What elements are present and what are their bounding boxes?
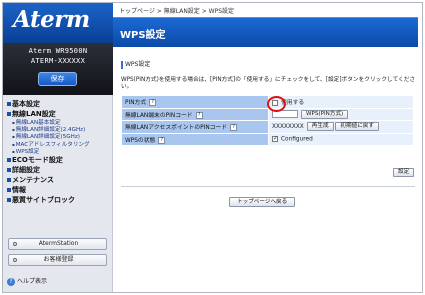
nav-detail-settings[interactable]: 詳細設定 [7, 165, 111, 175]
bullet-icon: ▪ [12, 127, 15, 133]
help-icon: ? [7, 278, 15, 286]
page-title: WPS設定 [120, 30, 166, 41]
nav-wireless-detail-24[interactable]: ▪無線LAN詳細設定(2.4GHz) [7, 126, 111, 133]
help-icon[interactable]: ? [149, 99, 157, 107]
help-toggle[interactable]: ? ヘルプ表示 [7, 277, 47, 286]
divider [121, 186, 415, 187]
nav-eco-mode[interactable]: ECOモード設定 [7, 155, 111, 165]
nav-info[interactable]: 情報 [7, 185, 111, 195]
logo-text: Aterm [13, 6, 90, 33]
nav-wireless-detail-5[interactable]: ▪無線LAN詳細設定(5GHz) [7, 133, 111, 140]
nav-mac-filtering[interactable]: ▪MACアドレスフィルタリング [7, 141, 111, 148]
apply-settings-button[interactable]: 設定 [393, 168, 415, 177]
page-description: WPS(PIN方式)を使用する場合は、[PIN方式]の「使用する」にチェックをし… [121, 77, 416, 90]
model-panel: Aterm WR9500N ATERM-XXXXXX 保存 [3, 43, 113, 95]
wps-pin-button[interactable]: WPS(PIN方式) [301, 109, 349, 119]
help-icon[interactable]: ? [230, 124, 238, 132]
regenerate-button[interactable]: 再生成 [306, 122, 334, 132]
row-label: WPSの状態 [125, 137, 156, 144]
device-id: ATERM-XXXXXX [30, 57, 86, 65]
row-label: 無線LAN端末のPINコード [125, 112, 193, 119]
bullet-icon: ▪ [12, 141, 15, 147]
ap-pin-value: XXXXXXXX [272, 124, 304, 131]
reset-default-button[interactable]: 初期値に戻す [335, 122, 379, 132]
section-heading: WPS設定 [121, 59, 150, 69]
breadcrumb: トップページ > 無線LAN設定 > WPS設定 [119, 8, 235, 15]
breadcrumb-top-link[interactable]: トップページ [119, 8, 155, 15]
row-label: PIN方式 [125, 100, 147, 107]
square-bullet-icon [7, 167, 11, 172]
customer-registration-button[interactable]: お客様登録 [8, 254, 107, 266]
nav-wireless-basic[interactable]: ▪無線LAN基本設定 [7, 119, 111, 126]
nav-basic-settings[interactable]: 基本設定 [7, 99, 111, 109]
page-title-bar: WPS設定 [113, 17, 418, 47]
atermstation-button[interactable]: AtermStation [8, 238, 107, 250]
bullet-icon: ▪ [12, 148, 15, 154]
back-to-top-button[interactable]: トップページへ戻る [229, 197, 296, 207]
sidebar-nav: 基本設定 無線LAN設定 ▪無線LAN基本設定 ▪無線LAN詳細設定(2.4GH… [7, 99, 111, 205]
nav-wps-settings[interactable]: ▪WPS設定 [7, 148, 111, 155]
table-row: WPSの状態? Configured [121, 132, 414, 146]
section-marker-icon [121, 60, 123, 69]
save-button[interactable]: 保存 [38, 72, 77, 86]
sidebar: Aterm Aterm WR9500N ATERM-XXXXXX 保存 基本設定… [3, 3, 113, 292]
square-bullet-icon [7, 102, 11, 106]
nav-maintenance[interactable]: メンテナンス [7, 175, 111, 185]
square-bullet-icon [7, 112, 11, 116]
help-icon[interactable]: ? [195, 111, 203, 119]
help-icon[interactable]: ? [158, 136, 166, 144]
highlight-circle [267, 96, 286, 112]
nav-wireless-settings[interactable]: 無線LAN設定 [7, 109, 111, 119]
model-name: Aterm WR9500N [28, 47, 88, 55]
row-label: 無線LANアクセスポイントのPINコード [125, 125, 228, 132]
bullet-icon: ▪ [12, 134, 15, 140]
aterm-logo: Aterm [3, 3, 113, 43]
square-bullet-icon [7, 187, 11, 192]
breadcrumb-wireless-link[interactable]: 無線LAN設定 [164, 8, 200, 15]
table-row: 無線LAN端末のPINコード? WPS(PIN方式) [121, 107, 414, 121]
nav-malicious-site-block[interactable]: 悪質サイトブロック [7, 195, 111, 205]
breadcrumb-current: WPS設定 [208, 8, 235, 15]
configured-checkbox[interactable] [272, 135, 278, 142]
square-bullet-icon [7, 157, 11, 162]
browser-frame: Aterm Aterm WR9500N ATERM-XXXXXX 保存 基本設定… [2, 2, 423, 293]
square-bullet-icon [7, 197, 11, 202]
checkbox-label: Configured [281, 136, 313, 143]
bullet-icon: ▪ [12, 120, 15, 125]
table-row: 無線LANアクセスポイントのPINコード? XXXXXXXX 再生成 初期値に戻す [121, 120, 414, 134]
square-bullet-icon [7, 177, 11, 182]
